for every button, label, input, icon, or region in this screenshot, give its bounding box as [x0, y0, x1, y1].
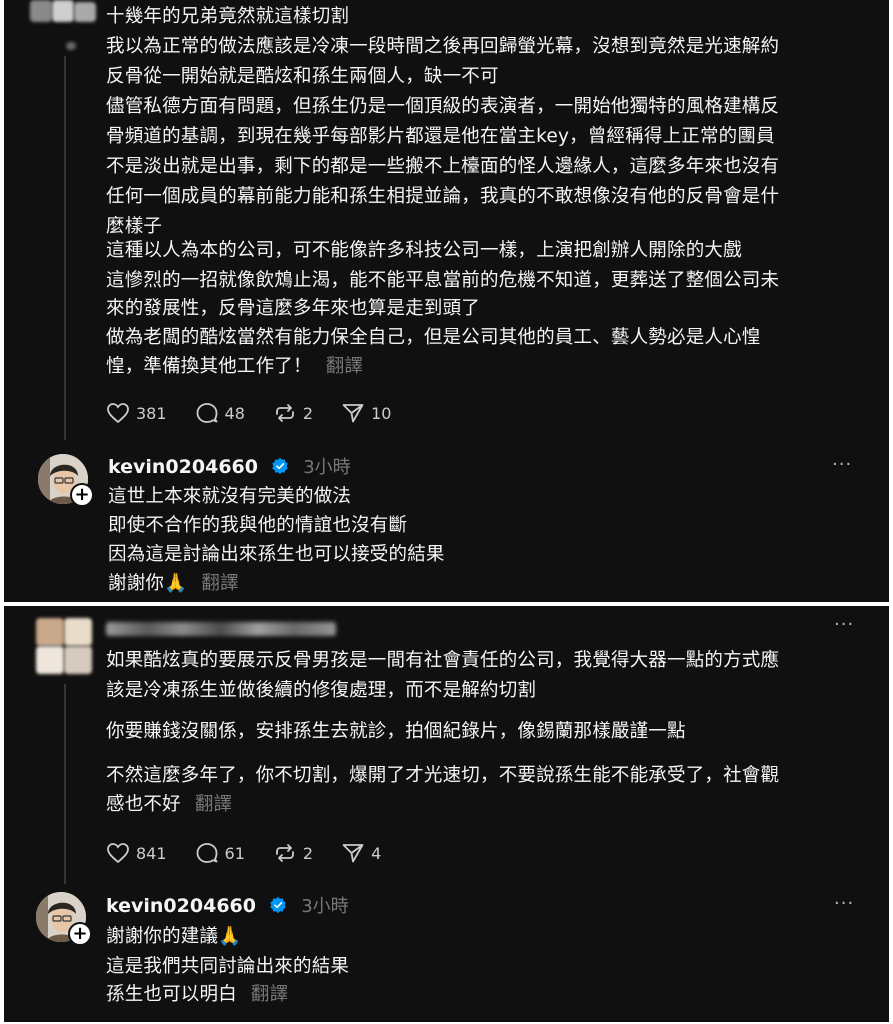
more-button[interactable]: ···: [834, 893, 854, 914]
reply-line-text: 謝謝你🙏: [108, 573, 188, 594]
timestamp: 3小時: [301, 896, 349, 917]
comment-line: 做為老闆的酷炫當然有能力保全自己，但是公司其他的員工、藝人勢必是人心惶: [106, 327, 761, 348]
repost-icon: [276, 844, 294, 862]
reply-line: 這世上本來就沒有完美的做法: [108, 486, 352, 507]
share-count: 4: [371, 843, 382, 863]
comment-line: 不然這麼多年了，你不切割，爆開了才光速切，不要說孫生能不能承受了，社會觀: [106, 765, 780, 786]
blurred-username[interactable]: [106, 622, 336, 636]
comment-count: 48: [224, 403, 245, 423]
comment-actions: 381 48 2 10: [106, 402, 419, 424]
comment-line: 反骨從一開始就是酷炫和孫生兩個人，缺一不可: [106, 66, 499, 87]
thread-panel-1: 十幾年的兄弟竟然就這樣切割 我以為正常的做法應該是冷凍一段時間之後再回歸螢光幕，…: [4, 0, 889, 602]
thread-line: [64, 56, 66, 440]
reply-header: kevin0204660 3小時: [106, 892, 349, 918]
more-button[interactable]: ···: [832, 454, 852, 475]
share-button[interactable]: 10: [341, 402, 391, 424]
comment-line: 我以為正常的做法應該是冷凍一段時間之後再回歸螢光幕，沒想到竟然是光速解約: [106, 36, 780, 57]
comment-line: 如果酷炫真的要展示反骨男孩是一間有社會責任的公司，我覺得大器一點的方式應: [106, 650, 780, 671]
comment-line: 該是冷凍孫生並做後續的修復處理，而不是解約切割: [106, 680, 537, 701]
verified-badge-icon: [271, 457, 288, 475]
username[interactable]: kevin0204660: [106, 895, 256, 917]
reply-line: 因為這是討論出來孫生也可以接受的結果: [108, 544, 445, 565]
like-count: 381: [136, 403, 167, 423]
comment-line: 麼樣子: [106, 216, 163, 237]
send-icon: [342, 404, 364, 423]
reply-line: 謝謝你🙏 翻譯: [108, 571, 239, 597]
commenter-avatar-pixelated[interactable]: [30, 0, 100, 24]
commenter-avatar-pixelated[interactable]: [36, 618, 92, 674]
comment-line: 來的發展性，反骨這麼多年來也算是走到頭了: [106, 298, 481, 319]
comment-line: 你要賺錢沒關係，安排孫生去就診，拍個紀錄片，像錫蘭那樣嚴謹一點: [106, 721, 686, 742]
reply-line: 謝謝你的建議🙏: [106, 926, 242, 947]
translate-link[interactable]: 翻譯: [326, 356, 363, 377]
share-button[interactable]: 4: [341, 842, 381, 864]
comment-line: 任何一個成員的幕前能力能和孫生相提並論，我真的不敢想像沒有他的反骨會是什: [106, 186, 780, 207]
verified-badge-icon: [269, 896, 286, 914]
reply-line: 這是我們共同討論出來的結果: [106, 956, 350, 977]
repost-icon: [276, 404, 294, 422]
comment-line: 儘管私德方面有問題，但孫生仍是一個頂級的表演者，一開始他獨特的風格建構反: [106, 96, 780, 117]
translate-link[interactable]: 翻譯: [195, 794, 232, 815]
comment-icon: [196, 843, 217, 863]
like-button[interactable]: 381: [106, 402, 167, 424]
translate-link[interactable]: 翻譯: [201, 573, 238, 594]
more-button[interactable]: ···: [834, 614, 854, 635]
comment-line: 不是淡出就是出事，剩下的都是一些搬不上檯面的怪人邊緣人，這麼多年來也沒有: [106, 156, 780, 177]
heart-icon: [107, 403, 129, 424]
repost-count: 2: [302, 843, 314, 863]
timestamp: 3小時: [303, 457, 351, 478]
follow-button[interactable]: +: [70, 483, 94, 507]
repost-count: 2: [302, 403, 314, 423]
repost-button[interactable]: 2: [273, 842, 313, 864]
username[interactable]: kevin0204660: [108, 456, 258, 478]
share-count: 10: [371, 403, 392, 423]
reply-line: 孫生也可以明白 翻譯: [106, 982, 288, 1008]
comment-line: 感也不好 翻譯: [106, 792, 232, 818]
comment-line: 這種以人為本的公司，可不能像許多科技公司一樣，上演把創辦人開除的大戲: [106, 240, 742, 261]
comment-line-text: 惶，準備換其他工作了！: [106, 356, 312, 377]
like-button[interactable]: 841: [106, 842, 167, 864]
comment-line-text: 感也不好: [106, 794, 181, 815]
comment-icon: [196, 403, 217, 423]
translate-link[interactable]: 翻譯: [251, 984, 288, 1005]
thread-line: [64, 684, 66, 884]
blurred-icon: [66, 42, 76, 50]
comment-button[interactable]: 61: [195, 842, 245, 864]
send-icon: [342, 844, 364, 863]
comment-line: 這慘烈的一招就像飲鴆止渴，能不能平息當前的危機不知道，更葬送了整個公司未: [106, 270, 780, 291]
reply-line-text: 孫生也可以明白: [106, 984, 237, 1005]
thread-panel-2: ··· 如果酷炫真的要展示反骨男孩是一間有社會責任的公司，我覺得大器一點的方式應…: [4, 606, 889, 1022]
repost-button[interactable]: 2: [273, 402, 313, 424]
comment-count: 61: [224, 843, 245, 863]
comment-line: 十幾年的兄弟竟然就這樣切割: [106, 6, 350, 27]
comment-line: 惶，準備換其他工作了！ 翻譯: [106, 354, 363, 380]
follow-button[interactable]: +: [68, 922, 92, 946]
comment-button[interactable]: 48: [195, 402, 245, 424]
comment-actions: 841 61 2 4: [106, 842, 409, 864]
reply-line: 即使不合作的我與他的情誼也沒有斷: [108, 515, 408, 536]
reply-header: kevin0204660 3小時: [108, 453, 351, 479]
heart-icon: [107, 843, 129, 864]
like-count: 841: [136, 843, 167, 863]
comment-line: 骨頻道的基調，到現在幾乎每部影片都還是他在當主key，曾經稱得上正常的團員: [106, 126, 775, 147]
